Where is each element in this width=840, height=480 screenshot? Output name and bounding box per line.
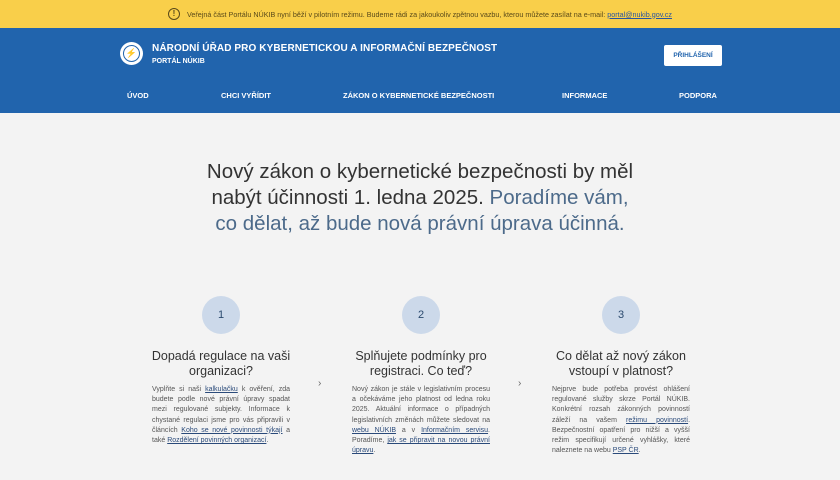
nukib-logo-icon: ⚡ <box>120 42 143 65</box>
login-button[interactable]: PŘIHLÁŠENÍ <box>664 45 722 66</box>
step-3: 3 Co dělat až nový zákon vstoupí v platn… <box>546 296 696 456</box>
nav-item-podpora[interactable]: PODPORA <box>679 91 717 100</box>
warning-icon: ! <box>168 8 180 20</box>
step-2: 2 Splňujete podmínky pro registraci. Co … <box>346 296 496 456</box>
site-subtitle: PORTÁL NÚKIB <box>152 57 205 65</box>
nav-item-informace[interactable]: INFORMACE <box>562 91 607 100</box>
hero-line-2a: nabýt účinnosti 1. ledna 2025. <box>211 186 484 209</box>
info-service-link[interactable]: Informačním servisu <box>421 427 488 434</box>
step-title: Dopadá regulace na vaši organizaci? <box>151 349 291 378</box>
step-text: Nový zákon je stále v legislativním proc… <box>352 386 490 455</box>
nav-item-chci-vyridit[interactable]: CHCI VYŘÍDIT <box>221 91 271 100</box>
chevron-right-icon: › <box>318 378 322 389</box>
step-number: 2 <box>402 296 440 334</box>
hero-line-2b: Poradíme vám, <box>489 186 629 209</box>
step-title: Co dělat až nový zákon vstoupí v platnos… <box>556 349 686 378</box>
site-title: NÁRODNÍ ÚŘAD PRO KYBERNETICKOU A INFORMA… <box>152 42 498 54</box>
step-title: Splňujete podmínky pro registraci. Co te… <box>355 349 487 378</box>
chevron-right-icon: › <box>518 378 522 389</box>
hero-line-1: Nový zákon o kybernetické bezpečnosti by… <box>206 160 634 183</box>
obligation-regime-link[interactable]: režimu povinností <box>626 417 688 424</box>
hero-heading: Nový zákon o kybernetické bezpečnosti by… <box>0 159 840 237</box>
nukib-web-link[interactable]: webu NÚKIB <box>352 427 396 434</box>
pilot-notice-bar: ! Veřejná část Portálu NÚKIB nyní běží v… <box>0 0 840 28</box>
main-nav: ÚVOD CHCI VYŘÍDIT ZÁKON O KYBERNETICKÉ B… <box>0 91 840 103</box>
nav-item-zakon[interactable]: ZÁKON O KYBERNETICKÉ BEZPEČNOSTI <box>343 91 494 100</box>
notice-text: Veřejná část Portálu NÚKIB nyní běží v p… <box>187 9 672 19</box>
calculator-link[interactable]: kalkulačku <box>205 386 238 393</box>
who-obligations-link[interactable]: Koho se nové povinnosti týkají <box>181 427 282 434</box>
organizations-split-link[interactable]: Rozdělení povinných organizací <box>167 437 266 444</box>
brand[interactable]: ⚡ NÁRODNÍ ÚŘAD PRO KYBERNETICKOU A INFOR… <box>120 42 497 65</box>
step-number: 3 <box>602 296 640 334</box>
psp-link[interactable]: PSP ČR <box>613 447 639 454</box>
step-text: Nejprve bude potřeba provést ohlášení re… <box>552 386 691 455</box>
notice-email-link[interactable]: portal@nukib.gov.cz <box>607 10 672 19</box>
step-number: 1 <box>202 296 240 334</box>
hero-line-3: co dělat, až bude nová právní úprava úči… <box>215 212 625 235</box>
site-header: ⚡ NÁRODNÍ ÚŘAD PRO KYBERNETICKOU A INFOR… <box>0 28 840 113</box>
nav-item-uvod[interactable]: ÚVOD <box>127 91 149 100</box>
step-text: Vyplňte si naši kalkulačku k ověření, zd… <box>152 386 291 445</box>
steps-section: 1 Dopadá regulace na vaši organizaci? Vy… <box>0 296 840 480</box>
step-1: 1 Dopadá regulace na vaši organizaci? Vy… <box>146 296 296 446</box>
